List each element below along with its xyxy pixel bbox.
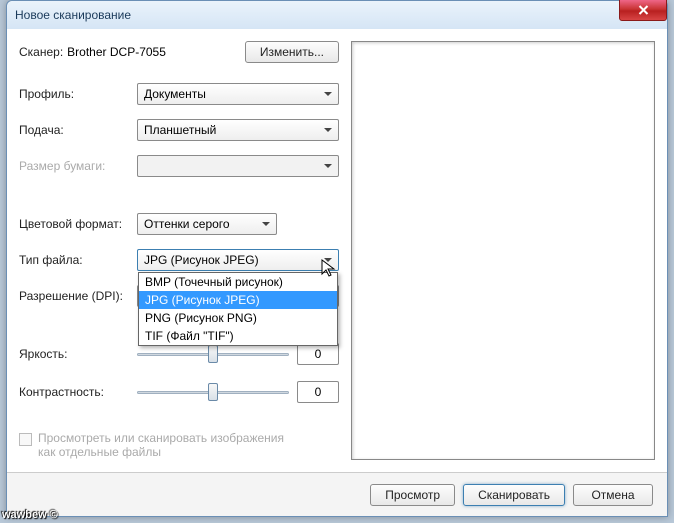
file-type-option-bmp[interactable]: BMP (Точечный рисунок) — [139, 273, 337, 291]
profile-combo[interactable]: Документы — [137, 83, 339, 105]
profile-label: Профиль: — [19, 87, 129, 101]
file-type-combo[interactable]: JPG (Рисунок JPEG) BMP (Точечный рисунок… — [137, 249, 339, 271]
close-button[interactable] — [619, 0, 667, 21]
feed-value: Планшетный — [144, 123, 216, 137]
window-title: Новое сканирование — [15, 8, 131, 22]
color-format-combo[interactable]: Оттенки серого — [137, 213, 277, 235]
contrast-slider[interactable] — [137, 381, 289, 403]
file-type-option-tif[interactable]: TIF (Файл "TIF") — [139, 327, 337, 345]
close-icon — [638, 5, 649, 15]
titlebar: Новое сканирование — [7, 1, 667, 29]
change-scanner-button[interactable]: Изменить... — [245, 41, 339, 63]
contrast-thumb[interactable] — [208, 383, 218, 401]
scan-dialog-window: Новое сканирование Сканер: Brother DCP-7… — [6, 0, 668, 517]
contrast-row: Контрастность: — [19, 381, 339, 403]
watermark: wawbew © — [2, 509, 58, 521]
scanner-name: Brother DCP-7055 — [67, 45, 166, 59]
dialog-body: Сканер: Brother DCP-7055 Изменить... Про… — [7, 29, 667, 472]
brightness-label: Яркость: — [19, 347, 129, 361]
brightness-row: Яркость: — [19, 343, 339, 365]
file-type-option-png[interactable]: PNG (Рисунок PNG) — [139, 309, 337, 327]
dialog-footer: Просмотр Сканировать Отмена — [7, 472, 667, 516]
scan-button[interactable]: Сканировать — [463, 484, 565, 506]
file-type-value: JPG (Рисунок JPEG) — [144, 253, 259, 267]
brightness-thumb[interactable] — [208, 345, 218, 363]
feed-combo[interactable]: Планшетный — [137, 119, 339, 141]
file-type-dropdown: BMP (Точечный рисунок) JPG (Рисунок JPEG… — [138, 272, 338, 346]
brightness-slider[interactable] — [137, 343, 289, 365]
color-format-row: Цветовой формат: Оттенки серого — [19, 213, 339, 235]
file-type-option-jpg[interactable]: JPG (Рисунок JPEG) — [139, 291, 337, 309]
scanner-label: Сканер: — [19, 45, 63, 59]
color-format-label: Цветовой формат: — [19, 217, 129, 231]
preview-area — [351, 41, 655, 460]
color-format-value: Оттенки серого — [144, 217, 230, 231]
feed-row: Подача: Планшетный — [19, 119, 339, 141]
resolution-label: Разрешение (DPI): — [19, 289, 129, 303]
contrast-label: Контрастность: — [19, 385, 129, 399]
feed-label: Подача: — [19, 123, 129, 137]
paper-size-label: Размер бумаги: — [19, 159, 129, 173]
profile-row: Профиль: Документы — [19, 83, 339, 105]
preview-button[interactable]: Просмотр — [370, 484, 455, 506]
brightness-input[interactable] — [297, 343, 339, 365]
cancel-button[interactable]: Отмена — [573, 484, 653, 506]
file-type-row: Тип файла: JPG (Рисунок JPEG) BMP (Точеч… — [19, 249, 339, 271]
separate-files-row: Просмотреть или сканировать изображения … — [19, 431, 339, 459]
separate-files-checkbox — [19, 433, 32, 446]
settings-panel: Сканер: Brother DCP-7055 Изменить... Про… — [19, 41, 339, 460]
contrast-input[interactable] — [297, 381, 339, 403]
cursor-icon — [320, 258, 340, 278]
paper-size-combo — [137, 155, 339, 177]
paper-size-row: Размер бумаги: — [19, 155, 339, 177]
profile-value: Документы — [144, 87, 206, 101]
file-type-label: Тип файла: — [19, 253, 129, 267]
separate-files-label: Просмотреть или сканировать изображения … — [38, 431, 298, 459]
scanner-row: Сканер: Brother DCP-7055 Изменить... — [19, 41, 339, 63]
